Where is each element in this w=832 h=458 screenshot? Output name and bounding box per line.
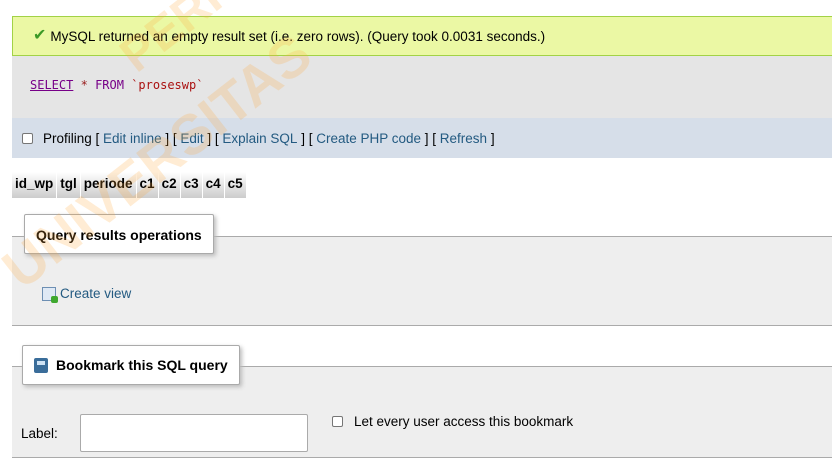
edit-inline-link[interactable]: Edit inline <box>103 131 162 146</box>
bookmark-legend: Bookmark this SQL query <box>22 345 240 385</box>
column-header-c4[interactable]: c4 <box>202 172 225 198</box>
column-header-c2[interactable]: c2 <box>158 172 181 198</box>
profiling-label: Profiling <box>43 130 92 146</box>
query-results-operations-legend: Query results operations <box>24 214 214 254</box>
bookmark-label-input[interactable] <box>80 414 308 452</box>
share-bookmark-label: Let every user access this bookmark <box>354 414 574 429</box>
sql-select-keyword[interactable]: SELECT <box>30 78 73 92</box>
profiling-bar: Profiling [ Edit inline ] [ Edit ] [ Exp… <box>12 118 832 158</box>
column-header-c5[interactable]: c5 <box>224 172 247 198</box>
success-check-icon: ✔ <box>33 27 47 44</box>
refresh-link[interactable]: Refresh <box>440 131 487 146</box>
column-header-periode[interactable]: periode <box>80 172 137 198</box>
share-bookmark-option[interactable]: Let every user access this bookmark <box>332 414 573 429</box>
explain-sql-link[interactable]: Explain SQL <box>222 131 297 146</box>
sql-from-keyword: FROM <box>95 78 124 92</box>
sql-star: * <box>80 78 88 92</box>
column-header-tgl[interactable]: tgl <box>57 172 81 198</box>
sql-table-name: `proseswp` <box>131 78 204 92</box>
success-message-text: MySQL returned an empty result set (i.e.… <box>50 28 546 44</box>
success-message: ✔ MySQL returned an empty result set (i.… <box>12 16 832 56</box>
bookmark-label-text: Label: <box>21 426 58 441</box>
column-header-c3[interactable]: c3 <box>180 172 203 198</box>
bookmark-legend-label: Bookmark this SQL query <box>56 357 228 373</box>
column-header-id-wp[interactable]: id_wp <box>12 172 58 198</box>
create-view-icon <box>42 286 58 303</box>
create-view-link[interactable]: Create view <box>42 286 131 303</box>
bookmark-icon <box>34 357 48 373</box>
edit-link[interactable]: Edit <box>180 131 203 146</box>
column-header-c1[interactable]: c1 <box>136 172 159 198</box>
profiling-checkbox[interactable] <box>22 132 33 144</box>
result-column-headers: id_wp tgl periode c1 c2 c3 c4 c5 <box>12 172 247 198</box>
sql-query-box[interactable]: SELECT * FROM `proseswp` <box>12 56 832 118</box>
create-view-label[interactable]: Create view <box>60 286 131 301</box>
share-bookmark-checkbox[interactable] <box>332 416 343 427</box>
create-php-code-link[interactable]: Create PHP code <box>316 131 421 146</box>
